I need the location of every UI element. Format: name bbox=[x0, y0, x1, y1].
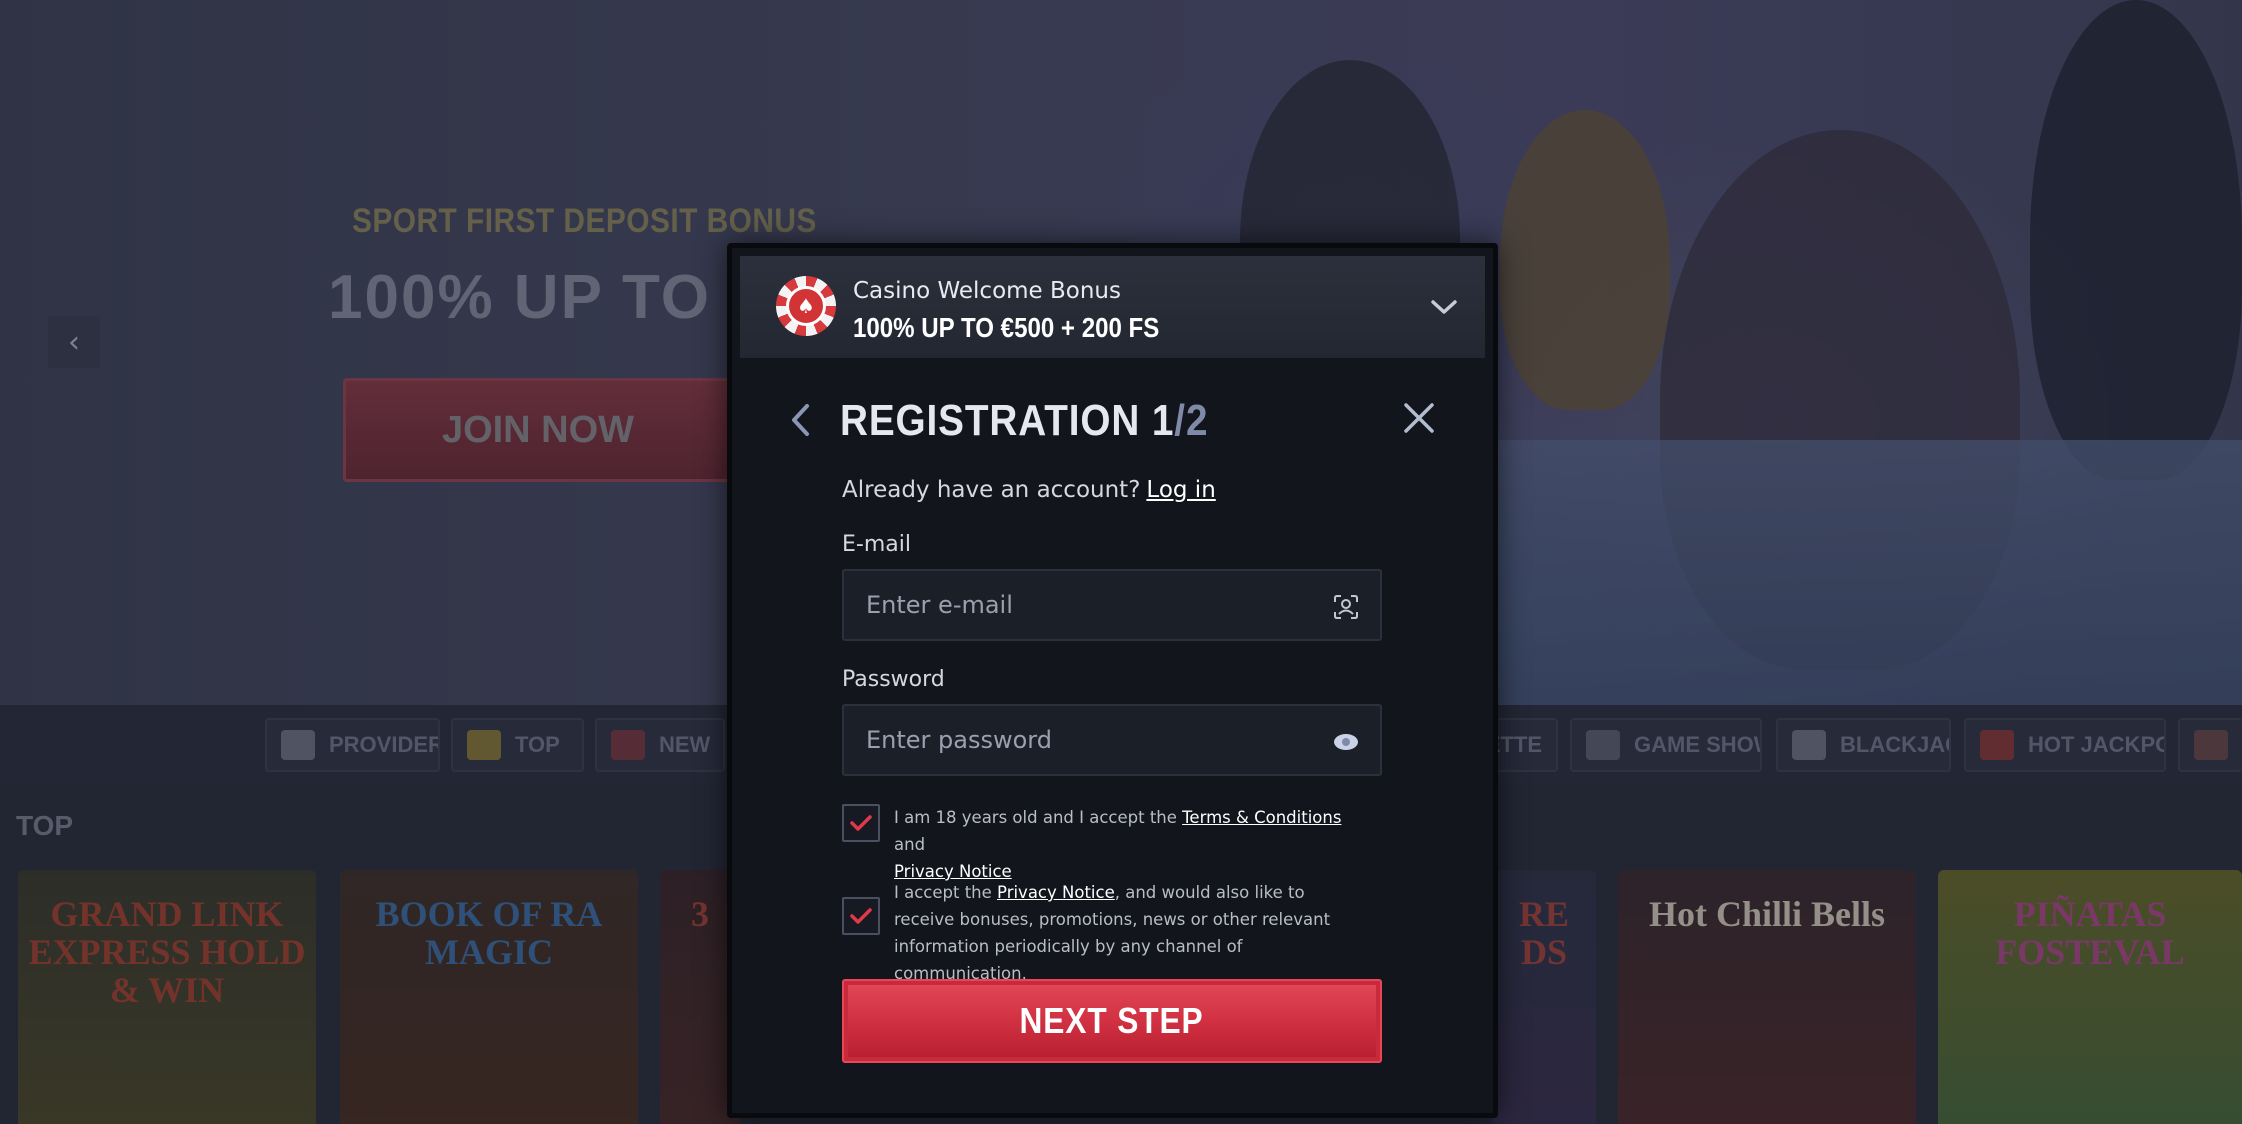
eye-icon[interactable] bbox=[1332, 728, 1360, 756]
marketing-checkbox[interactable] bbox=[842, 897, 880, 935]
privacy-notice-link[interactable]: Privacy Notice bbox=[997, 883, 1115, 902]
next-step-label: NEXT STEP bbox=[1020, 1000, 1204, 1041]
registration-modal: ♠ Casino Welcome Bonus 100% UP TO €500 +… bbox=[727, 243, 1498, 1118]
login-prompt: Already have an account? Log in bbox=[842, 477, 1216, 503]
password-label: Password bbox=[842, 667, 945, 692]
terms-text: I am 18 years old and I accept the Terms… bbox=[894, 804, 1364, 885]
password-input[interactable] bbox=[866, 726, 1306, 754]
bonus-value: 100% UP TO €500 + 200 FS bbox=[853, 312, 1160, 343]
terms-text-part: and bbox=[894, 835, 926, 854]
terms-checkbox[interactable] bbox=[842, 804, 880, 842]
bonus-selector[interactable]: ♠ Casino Welcome Bonus 100% UP TO €500 +… bbox=[740, 256, 1485, 358]
chevron-down-icon[interactable] bbox=[1429, 292, 1459, 322]
marketing-consent: I accept the Privacy Notice, and would a… bbox=[842, 879, 1364, 987]
login-prompt-text: Already have an account? bbox=[842, 477, 1141, 503]
marketing-text: I accept the Privacy Notice, and would a… bbox=[894, 879, 1364, 987]
terms-text-part: I am 18 years old and I accept the bbox=[894, 808, 1183, 827]
email-input[interactable] bbox=[866, 591, 1306, 619]
registration-title-total: /2 bbox=[1174, 396, 1209, 445]
contact-icon[interactable] bbox=[1332, 593, 1360, 621]
back-arrow-icon[interactable] bbox=[782, 400, 818, 440]
close-icon[interactable] bbox=[1399, 398, 1439, 438]
email-field[interactable] bbox=[842, 569, 1382, 641]
bonus-title: Casino Welcome Bonus bbox=[853, 278, 1121, 304]
registration-title: REGISTRATION 1/2 bbox=[840, 396, 1208, 446]
spade-chip-icon: ♠ bbox=[776, 276, 836, 336]
marketing-text-part: I accept the bbox=[894, 883, 998, 902]
terms-conditions-link[interactable]: Terms & Conditions bbox=[1182, 808, 1341, 827]
registration-title-step: REGISTRATION 1 bbox=[840, 396, 1175, 445]
next-step-button[interactable]: NEXT STEP bbox=[842, 979, 1382, 1063]
email-label: E-mail bbox=[842, 532, 911, 557]
login-link[interactable]: Log in bbox=[1146, 477, 1215, 503]
password-field[interactable] bbox=[842, 704, 1382, 776]
terms-consent: I am 18 years old and I accept the Terms… bbox=[842, 804, 1364, 885]
